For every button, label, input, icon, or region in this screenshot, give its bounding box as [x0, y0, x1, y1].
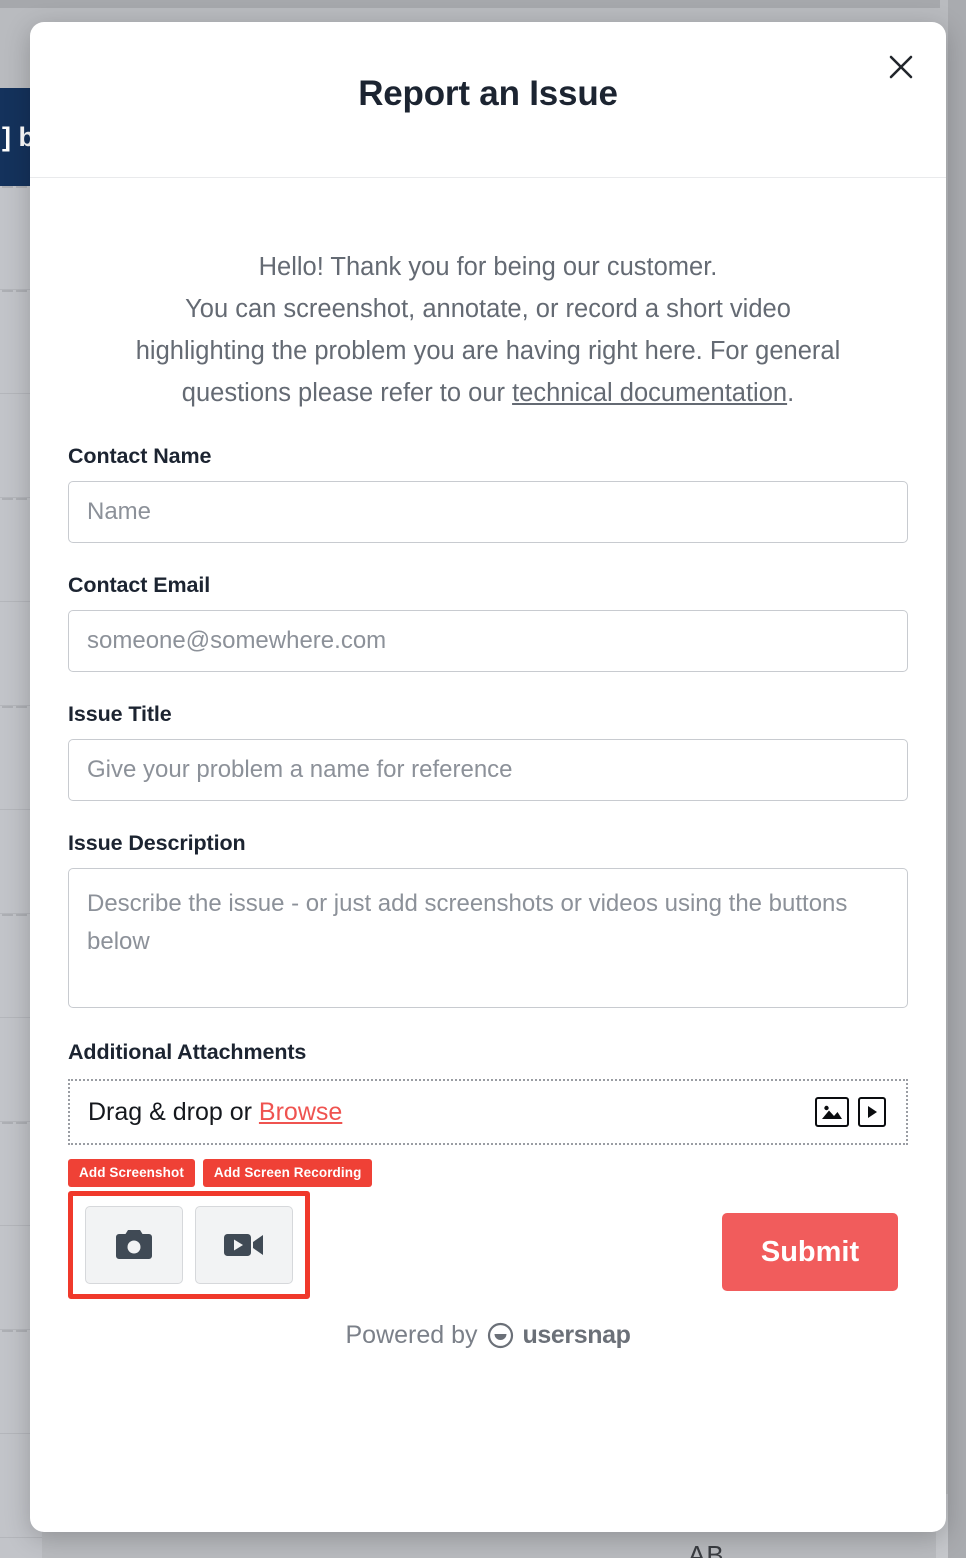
- background-dash: [2, 914, 13, 916]
- issue-description-field-block: Issue Description: [68, 831, 908, 1008]
- background-dash: [2, 1122, 13, 1124]
- dropzone-instruction: Drag & drop or: [88, 1098, 252, 1126]
- issue-title-input[interactable]: [68, 739, 908, 801]
- dropzone-text: Drag & drop or Browse: [88, 1098, 342, 1127]
- contact-email-input[interactable]: [68, 610, 908, 672]
- intro-line-4-prefix: questions please refer to our: [182, 379, 512, 407]
- usersnap-logo-icon: [487, 1322, 514, 1349]
- background-dash: [16, 1122, 27, 1124]
- modal-footer: Powered by usersnap: [68, 1321, 908, 1370]
- contact-name-input[interactable]: [68, 481, 908, 543]
- report-issue-modal: Report an Issue Hello! Thank you for bei…: [30, 22, 946, 1532]
- issue-description-textarea[interactable]: [68, 868, 908, 1008]
- background-dash: [16, 1330, 27, 1332]
- contact-email-label: Contact Email: [68, 573, 908, 598]
- add-screenshot-annotation-badge: Add Screenshot: [68, 1159, 195, 1187]
- capture-and-submit-row: Submit: [68, 1191, 908, 1299]
- intro-line-1: Hello! Thank you for being our customer.: [259, 253, 718, 281]
- background-dash: [16, 290, 27, 292]
- contact-name-field-block: Contact Name: [68, 444, 908, 543]
- background-dash: [2, 498, 13, 500]
- background-bottom-label: AB: [688, 1540, 725, 1558]
- technical-documentation-link[interactable]: technical documentation: [512, 379, 787, 407]
- issue-title-label: Issue Title: [68, 702, 908, 727]
- video-play-icon-glyph: [865, 1104, 879, 1120]
- background-dash: [16, 706, 27, 708]
- intro-text: Hello! Thank you for being our customer.…: [68, 178, 908, 414]
- add-screen-recording-annotation-badge: Add Screen Recording: [203, 1159, 373, 1187]
- video-play-icon[interactable]: [858, 1097, 886, 1127]
- annotation-badges: Add Screenshot Add Screen Recording: [68, 1159, 908, 1187]
- background-right-edge: [948, 0, 966, 1558]
- modal-body: Hello! Thank you for being our customer.…: [30, 178, 946, 1370]
- background-dash: [16, 914, 27, 916]
- image-icon[interactable]: [815, 1097, 849, 1127]
- background-dash: [16, 186, 27, 188]
- additional-attachments-label: Additional Attachments: [68, 1040, 908, 1065]
- background-dash: [2, 706, 13, 708]
- browse-link[interactable]: Browse: [259, 1098, 342, 1126]
- background-top-strip: [0, 0, 940, 8]
- intro-line-3: highlighting the problem you are having …: [136, 337, 841, 365]
- page-title: Report an Issue: [30, 74, 946, 114]
- dropzone-icons: [815, 1097, 886, 1127]
- contact-name-label: Contact Name: [68, 444, 908, 469]
- add-screenshot-button[interactable]: [85, 1206, 183, 1284]
- submit-button[interactable]: Submit: [722, 1213, 898, 1291]
- attachment-dropzone[interactable]: Drag & drop or Browse: [68, 1079, 908, 1145]
- background-dash: [2, 1330, 13, 1332]
- contact-email-field-block: Contact Email: [68, 573, 908, 672]
- intro-line-2: You can screenshot, annotate, or record …: [185, 295, 791, 323]
- intro-line-4-suffix: .: [787, 379, 794, 407]
- capture-buttons-highlight: [68, 1191, 310, 1299]
- camera-icon: [114, 1228, 154, 1262]
- add-screen-recording-button[interactable]: [195, 1206, 293, 1284]
- background-dash: [16, 498, 27, 500]
- issue-description-label: Issue Description: [68, 831, 908, 856]
- issue-title-field-block: Issue Title: [68, 702, 908, 801]
- close-icon[interactable]: [878, 44, 924, 90]
- powered-by-text: Powered by: [346, 1321, 478, 1350]
- close-icon-glyph: [888, 54, 914, 80]
- background-dash: [2, 290, 13, 292]
- modal-header: Report an Issue: [30, 22, 946, 178]
- image-icon-glyph: [821, 1103, 843, 1121]
- additional-attachments-block: Additional Attachments Drag & drop or Br…: [68, 1040, 908, 1145]
- video-camera-icon: [223, 1230, 265, 1260]
- usersnap-wordmark: usersnap: [523, 1321, 631, 1350]
- background-dash: [2, 186, 13, 188]
